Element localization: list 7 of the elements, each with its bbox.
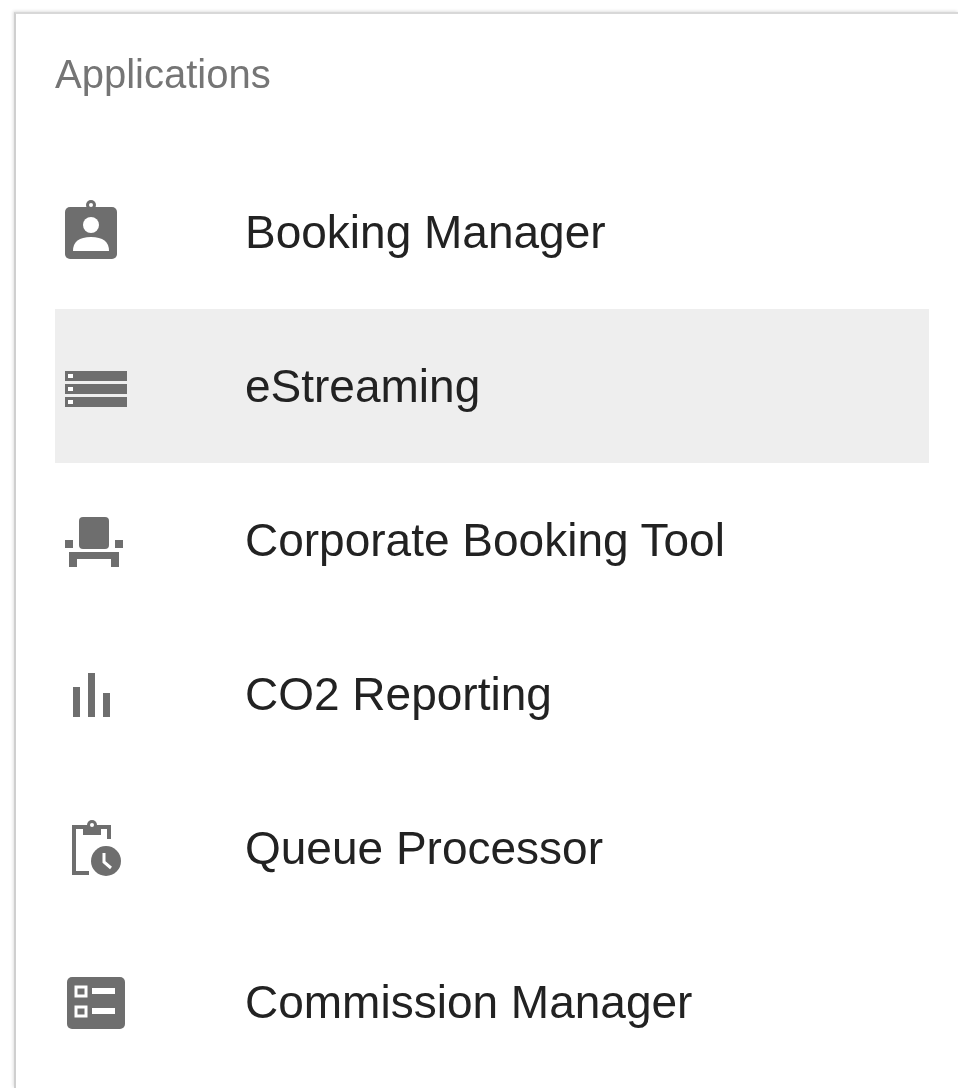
panel-title: Applications <box>55 51 272 98</box>
app-item[interactable]: CO2 Reporting <box>55 617 929 771</box>
app-item[interactable]: eStreaming <box>55 309 929 463</box>
app-item[interactable]: Queue Processor <box>55 771 929 925</box>
app-item[interactable]: Booking Manager <box>55 155 929 309</box>
app-item[interactable]: Corporate Booking Tool <box>55 463 929 617</box>
app-item[interactable]: Commission Manager <box>55 925 929 1079</box>
